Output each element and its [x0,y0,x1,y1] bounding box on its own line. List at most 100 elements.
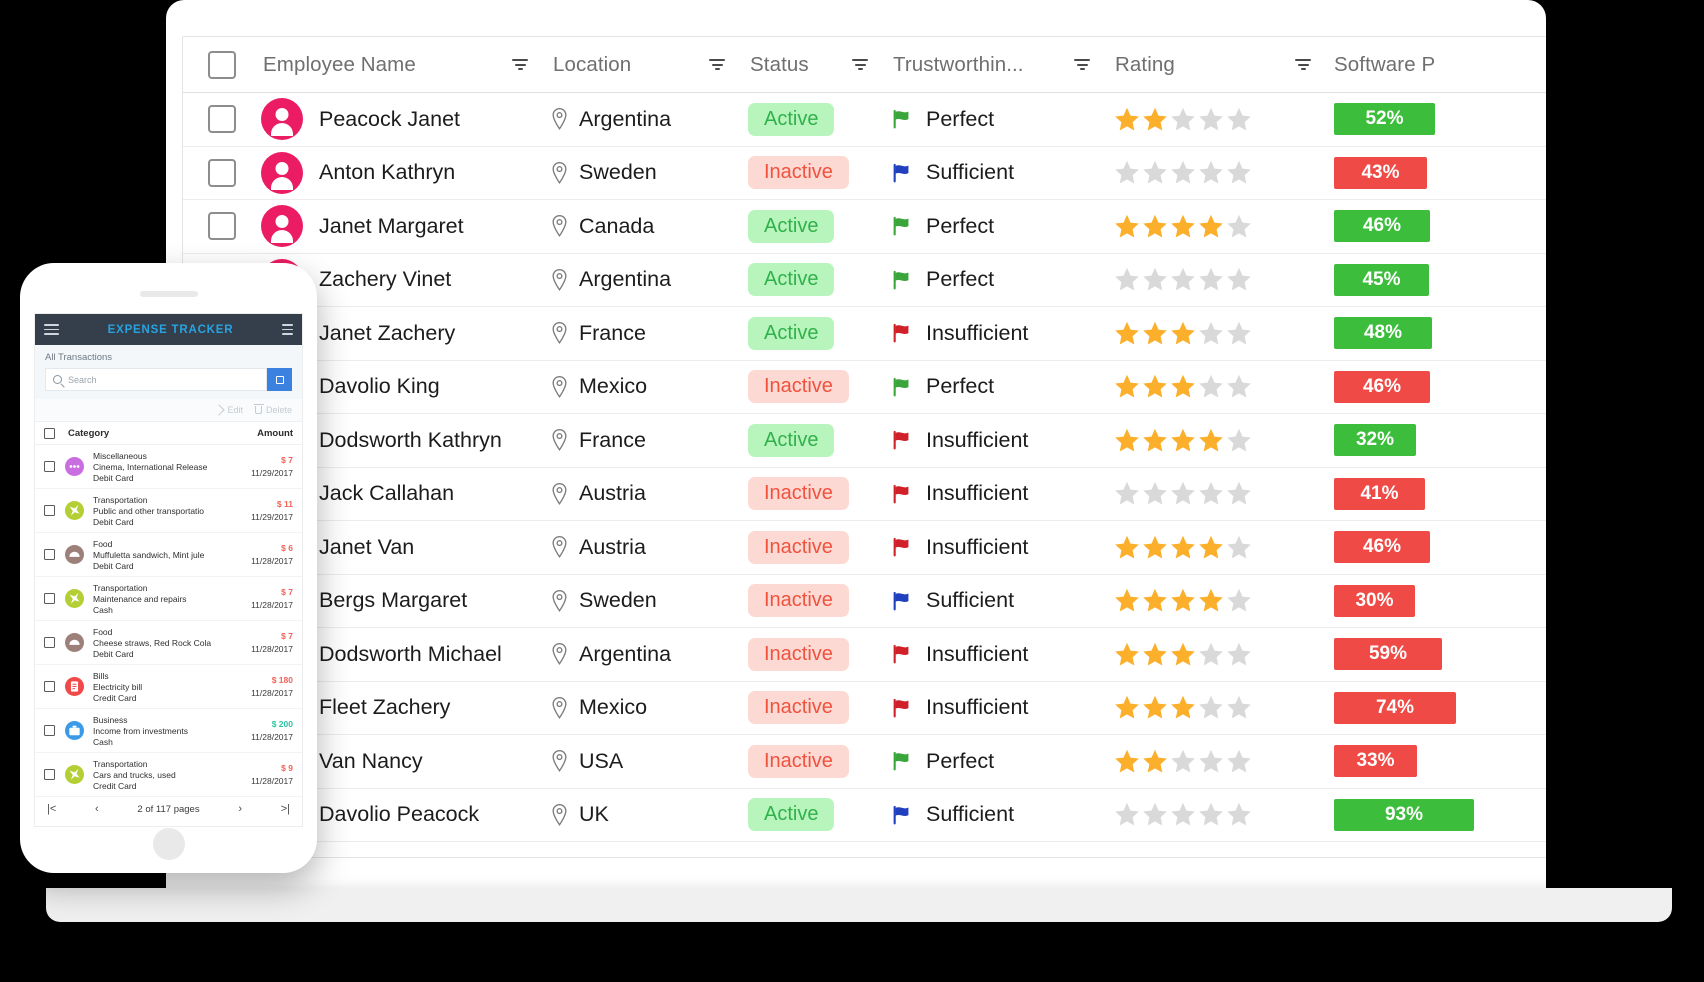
pager-status-text: 2 of 117 pages [137,803,200,815]
filter-icon[interactable] [1073,57,1091,73]
phone-pagination: |< ‹ 2 of 117 pages › >| [35,797,302,821]
pager-first-button[interactable]: |< [47,803,56,815]
cell-trustworthiness: Insufficient [891,695,1113,720]
phone-transaction-row[interactable]: Bills Electricity bill Credit Card $ 180 11/… [35,665,302,709]
search-toggle-icon [275,375,284,384]
star-rating[interactable] [1113,373,1253,400]
filter-icon[interactable] [1294,57,1312,73]
phone-row-checkbox[interactable] [44,549,55,560]
star-rating[interactable] [1113,427,1253,454]
table-row[interactable]: Janet Van Austria Inactive Insufficient 46% [183,521,1546,575]
table-row[interactable]: Jack Callahan Austria Inactive Insufficient… [183,467,1546,521]
phone-row-checkbox[interactable] [44,725,55,736]
column-label: Rating [1115,52,1175,76]
phone-transaction-text: Food Cheese straws, Red Rock Cola Debit Ca… [93,627,211,659]
table-row[interactable]: Peacock Janet Argentina Active Perfect 52% [183,93,1546,147]
table-row[interactable]: Zachery Vinet Argentina Active Perfect 45% [183,253,1546,307]
location-text: France [579,427,646,452]
phone-home-button[interactable] [152,828,185,860]
row-checkbox[interactable] [208,158,236,187]
search-input[interactable]: Search [45,368,267,391]
phone-column-header: Category Amount [35,422,302,445]
phone-transaction-row[interactable]: Food Cheese straws, Red Rock Cola Debit Ca… [35,621,302,665]
star-rating[interactable] [1113,587,1253,614]
row-checkbox[interactable] [208,105,236,134]
table-row[interactable]: Janet Zachery France Active Insufficient 48% [183,307,1546,361]
trustworthiness-text: Insufficient [926,695,1029,720]
phone-transaction-row[interactable]: Transportation Maintenance and repairs Cas… [35,577,302,621]
column-header-location[interactable]: Location [551,53,748,77]
filter-icon[interactable] [708,57,726,73]
row-checkbox[interactable] [208,212,236,241]
star-rating[interactable] [1113,159,1253,186]
star-rating[interactable] [1113,480,1253,507]
column-header-rating[interactable]: Rating [1113,53,1334,77]
filter-icon[interactable] [511,57,529,73]
star-rating[interactable] [1113,534,1253,561]
table-row[interactable]: Janet Margaret Canada Active Perfect 46% [183,200,1546,254]
column-header-employee-name[interactable]: Employee Name [261,53,551,77]
phone-select-all-checkbox[interactable] [44,427,55,439]
phone-transaction-row[interactable]: Business Income from investments Cash $ 200… [35,709,302,753]
star-rating[interactable] [1113,320,1253,347]
pager-last-button[interactable]: >| [281,803,290,815]
phone-row-checkbox[interactable] [44,769,55,780]
location-pin-icon [551,322,568,345]
location-text: UK [579,802,609,827]
table-row[interactable]: Davolio Peacock UK Active Sufficient 93% [183,788,1546,842]
location-pin-icon [551,750,568,773]
table-row[interactable]: Fleet Zachery Mexico Inactive Insufficient 7… [183,681,1546,735]
cell-location: Sweden [551,160,748,185]
phone-row-checkbox[interactable] [44,505,55,516]
star-rating[interactable] [1113,213,1253,240]
trustworthiness-text: Perfect [926,213,995,238]
column-header-status[interactable]: Status [748,53,891,77]
employee-name-text: Davolio Peacock [319,802,480,827]
star-rating[interactable] [1113,694,1253,721]
star-rating[interactable] [1113,106,1253,133]
star-rating[interactable] [1113,801,1253,828]
phone-transaction-row[interactable]: Transportation Cars and trucks, used Credi… [35,753,302,797]
cell-rating [1113,534,1334,561]
column-header-trustworthiness[interactable]: Trustworthin... [891,53,1113,77]
search-toggle-button[interactable] [267,368,292,391]
laptop-mockup: Employee Name Location Status Trustworth… [46,0,1672,930]
table-row[interactable]: Bergs Margaret Sweden Inactive Sufficient 30… [183,574,1546,628]
star-rating[interactable] [1113,748,1253,775]
pager-prev-button[interactable]: ‹ [95,803,99,815]
table-row[interactable]: Anton Kathryn Sweden Inactive Sufficient 43% [183,146,1546,200]
food-icon [65,633,84,652]
cell-status: Active [748,209,891,243]
phone-transaction-row[interactable]: Food Muffuletta sandwich, Mint jule Debit … [35,533,302,577]
phone-transaction-row[interactable]: Transportation Public and other transport… [35,489,302,533]
phone-row-checkbox[interactable] [44,637,55,648]
star-rating[interactable] [1113,641,1253,668]
flag-icon [891,162,913,184]
edit-button[interactable]: Edit [213,404,243,416]
phone-transaction-meta: $ 7 11/28/2017 [251,631,293,654]
table-row[interactable]: Van Nancy USA Inactive Perfect 33% [183,735,1546,789]
column-header-software-proficiency[interactable]: Software P [1334,53,1546,77]
phone-row-checkbox[interactable] [44,593,55,604]
hamburger-menu-icon[interactable] [44,323,59,336]
transaction-description: Income from investments [93,725,188,736]
cell-rating [1113,106,1334,133]
phone-row-checkbox[interactable] [44,681,55,692]
table-row[interactable]: Davolio King Mexico Inactive Perfect 46% [183,360,1546,414]
transaction-payment-method: Debit Card [93,472,134,483]
select-all-checkbox[interactable] [208,50,236,79]
filter-icon[interactable] [851,57,869,73]
phone-transaction-row[interactable]: Miscellaneous Cinema, International Relea… [35,445,302,489]
phone-row-checkbox[interactable] [44,461,55,472]
flag-icon [891,536,913,558]
table-row[interactable]: Dodsworth Michael Argentina Inactive Insuff… [183,628,1546,682]
star-rating[interactable] [1113,266,1253,293]
delete-button[interactable]: Delete [254,403,292,415]
pager-next-button[interactable]: › [238,803,242,815]
cell-trustworthiness: Insufficient [891,535,1113,560]
options-menu-icon[interactable] [282,323,293,336]
cell-trustworthiness: Perfect [891,267,1113,292]
cell-employee-name: Anton Kathryn [261,151,551,194]
table-row[interactable]: Dodsworth Kathryn France Active Insufficien… [183,414,1546,468]
status-badge: Active [748,102,835,136]
